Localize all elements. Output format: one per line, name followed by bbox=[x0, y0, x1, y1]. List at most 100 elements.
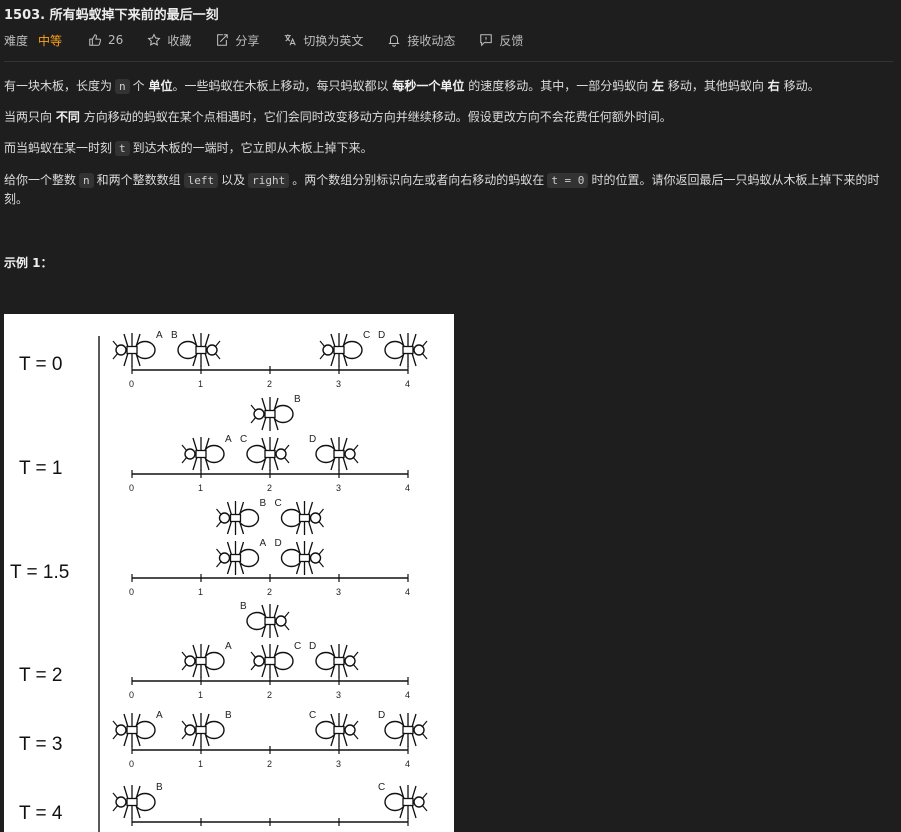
subscribe-label: 接收动态 bbox=[407, 33, 456, 48]
ant-icon bbox=[384, 785, 428, 819]
ant-icon bbox=[384, 713, 428, 747]
ant-icon bbox=[112, 713, 156, 747]
ant-icon bbox=[280, 541, 324, 575]
tick-label: 1 bbox=[198, 483, 203, 493]
ant-letter: C bbox=[309, 710, 316, 721]
ant-icon bbox=[250, 644, 294, 678]
ant-icon bbox=[216, 541, 260, 575]
description-paragraph-4: 给你一个整数 n 和两个整数数组 left 以及 right 。两个数组分别标识向左或者向右… bbox=[4, 173, 880, 206]
tick-label: 4 bbox=[405, 759, 410, 769]
header-divider bbox=[4, 61, 893, 62]
tick-label: 4 bbox=[405, 483, 410, 493]
ant-letter: B bbox=[240, 601, 247, 612]
ant-letter: B bbox=[171, 330, 178, 341]
switch-language-button[interactable]: 切换为英文 bbox=[283, 32, 363, 49]
bell-icon bbox=[388, 35, 401, 47]
ant-letter: B bbox=[156, 782, 163, 793]
ant-icon bbox=[216, 501, 260, 535]
ant-letter: D bbox=[378, 330, 385, 341]
tick-label: 0 bbox=[129, 690, 134, 700]
tick-label: 2 bbox=[267, 759, 272, 769]
inline-code-t: t bbox=[115, 141, 130, 156]
difficulty-value: 中等 bbox=[38, 33, 63, 48]
example-figure: T = 001234ABCDT = 101234ABCDT = 1.5 0 1 2 3 4… bbox=[4, 314, 454, 832]
ant-letter: C bbox=[294, 641, 301, 652]
ant-icon bbox=[246, 437, 290, 471]
ant-icon bbox=[315, 713, 359, 747]
example-title: 示例 1： bbox=[4, 256, 53, 270]
difficulty-label: 难度 bbox=[4, 33, 29, 48]
ant-icon bbox=[181, 713, 225, 747]
translate-icon bbox=[285, 34, 297, 46]
ant-icon bbox=[177, 333, 221, 367]
ant-icon bbox=[384, 333, 428, 367]
inline-code-t-zero: t = 0 bbox=[547, 173, 589, 188]
tick-label: 3 bbox=[336, 587, 341, 597]
tick-label: 1 bbox=[198, 379, 203, 389]
inline-code-n: n bbox=[115, 79, 130, 94]
favorite-button[interactable]: 收藏 bbox=[147, 32, 191, 49]
time-label: T = 2 bbox=[19, 665, 62, 686]
time-label: T = 4 bbox=[19, 803, 63, 824]
ant-letter: A bbox=[225, 434, 232, 445]
ant-letter: C bbox=[240, 434, 247, 445]
tick-label: 3 bbox=[336, 759, 341, 769]
inline-code-right: right bbox=[248, 173, 290, 188]
like-button[interactable]: 26 bbox=[88, 33, 123, 47]
inline-code-n: n bbox=[79, 173, 94, 188]
description-paragraph-1: 有一块木板，长度为 n 个 单位。一些蚂蚁在木板上移动，每只蚂蚁都以 每秒一个单位 … bbox=[4, 79, 820, 94]
ant-letter: C bbox=[275, 498, 282, 509]
tick-label: 0 bbox=[129, 379, 134, 389]
ant-letter: D bbox=[378, 710, 385, 721]
time-label: T = 1.5 bbox=[10, 562, 69, 583]
ant-icon bbox=[181, 644, 225, 678]
tick-label: 4 bbox=[405, 587, 410, 597]
ant-icon bbox=[315, 644, 359, 678]
tick-label: 2 bbox=[267, 483, 272, 493]
ant-letter: C bbox=[378, 782, 385, 793]
tick-label: 2 bbox=[267, 690, 272, 700]
tick-label: 1 bbox=[198, 587, 203, 597]
problem-title: 1503. 所有蚂蚁掉下来前的最后一刻 bbox=[4, 8, 219, 23]
inline-code-left: left bbox=[183, 173, 219, 188]
ant-icon bbox=[319, 333, 363, 367]
ant-letter: A bbox=[225, 641, 232, 652]
ant-letter: D bbox=[309, 434, 316, 445]
switch-language-label: 切换为英文 bbox=[303, 33, 364, 48]
tick-label: 0 bbox=[129, 483, 134, 493]
ant-icon bbox=[181, 437, 225, 471]
ant-icon bbox=[250, 397, 294, 431]
ant-letter: D bbox=[309, 641, 316, 652]
tick-label: 3 bbox=[336, 483, 341, 493]
ant-diagram: T = 00 1 2 3 4A B C DT = 10 1 2 3 4ABC DT = 1.50 1 2 3 4… bbox=[10, 330, 428, 832]
ant-letter: B bbox=[294, 394, 301, 405]
ant-icon bbox=[315, 437, 359, 471]
feedback-button[interactable]: 反馈 bbox=[479, 32, 523, 49]
share-label: 分享 bbox=[235, 33, 260, 48]
tick-label: 0 bbox=[129, 759, 134, 769]
subscribe-button[interactable]: 接收动态 bbox=[387, 32, 455, 49]
tick-label: 2 bbox=[267, 587, 272, 597]
ant-letter: C bbox=[363, 330, 370, 341]
problem-meta-bar: 难度 中等 26 收藏 分享 切换为英文 接收动态 反馈 bbox=[4, 31, 547, 49]
ant-letter: B bbox=[260, 498, 267, 509]
time-label: T = 3 bbox=[19, 734, 62, 755]
ant-letter: A bbox=[156, 710, 163, 721]
ant-icon bbox=[112, 785, 156, 819]
share-button[interactable]: 分享 bbox=[215, 32, 259, 49]
thumbs-up-icon bbox=[89, 34, 102, 46]
tick-label: 3 bbox=[336, 379, 341, 389]
ant-icon bbox=[246, 604, 290, 638]
tick-label: 3 bbox=[336, 690, 341, 700]
share-icon bbox=[217, 34, 229, 46]
time-label: T = 0 bbox=[19, 354, 62, 375]
ant-letter: B bbox=[225, 710, 232, 721]
ant-icon bbox=[112, 333, 156, 367]
tick-label: 2 bbox=[267, 379, 272, 389]
time-label: T = 1 bbox=[19, 458, 62, 479]
tick-label: 1 bbox=[198, 690, 203, 700]
favorite-label: 收藏 bbox=[167, 33, 192, 48]
description-paragraph-3: 而当蚂蚁在某一时刻 t 到达木板的一端时，它立即从木板上掉下来。 bbox=[4, 141, 373, 156]
tick-label: 4 bbox=[405, 379, 410, 389]
tick-label: 4 bbox=[405, 690, 410, 700]
